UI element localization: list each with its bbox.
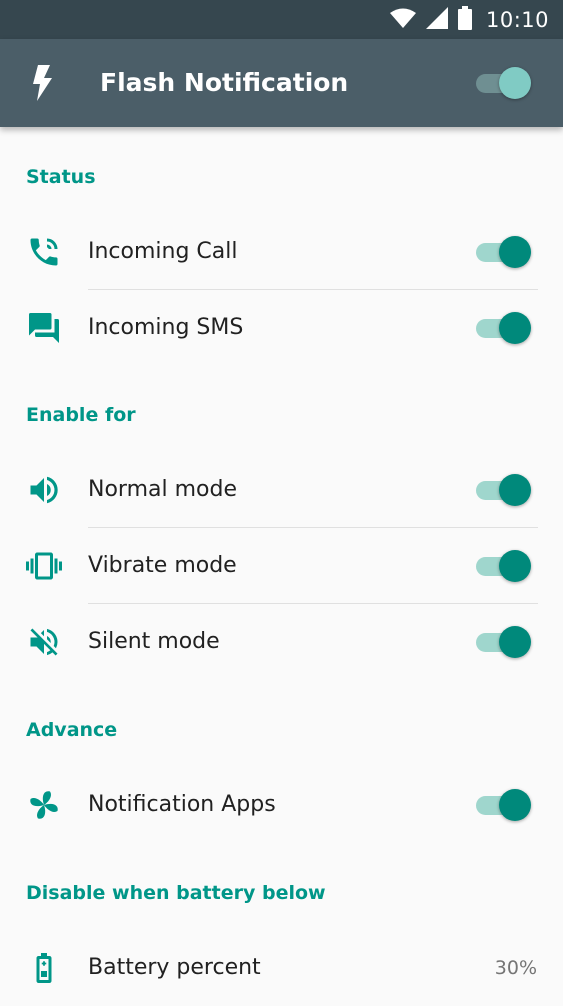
list-item-incoming-sms[interactable]: Incoming SMS bbox=[0, 290, 563, 366]
list-item-battery-percent[interactable]: Battery percent 30% bbox=[0, 930, 563, 1006]
flash-icon bbox=[30, 65, 56, 105]
page-title: Flash Notification bbox=[100, 68, 349, 97]
wifi-icon bbox=[389, 8, 416, 32]
toggle-thumb bbox=[499, 550, 531, 582]
phone-ringing-icon bbox=[26, 234, 62, 270]
list-item-silent-mode[interactable]: Silent mode bbox=[0, 604, 563, 680]
app-bar: Flash Notification bbox=[0, 39, 563, 127]
list-item-normal-mode[interactable]: Normal mode bbox=[0, 452, 563, 528]
toggle-thumb bbox=[499, 789, 531, 821]
list-item-incoming-call[interactable]: Incoming Call bbox=[0, 214, 563, 290]
incoming-sms-toggle[interactable] bbox=[473, 310, 533, 346]
volume-off-icon bbox=[26, 624, 62, 660]
status-bar: 10:10 bbox=[0, 0, 563, 39]
list-item-vibrate-mode[interactable]: Vibrate mode bbox=[0, 528, 563, 604]
battery-percent-value: 30% bbox=[494, 957, 537, 979]
vibrate-mode-toggle[interactable] bbox=[473, 548, 533, 584]
master-toggle-thumb bbox=[499, 67, 531, 99]
battery-icon bbox=[457, 5, 472, 34]
toggle-thumb bbox=[499, 312, 531, 344]
list-item-label: Notification Apps bbox=[88, 792, 276, 817]
vibrate-icon bbox=[26, 548, 62, 584]
status-time: 10:10 bbox=[485, 7, 549, 32]
incoming-call-toggle[interactable] bbox=[473, 234, 533, 270]
notification-apps-toggle[interactable] bbox=[473, 787, 533, 823]
section-header-status: Status bbox=[26, 166, 96, 188]
toggle-thumb bbox=[499, 474, 531, 506]
list-item-label: Vibrate mode bbox=[88, 553, 237, 578]
toggle-thumb bbox=[499, 236, 531, 268]
list-item-label: Battery percent bbox=[88, 955, 261, 980]
signal-icon bbox=[425, 6, 448, 33]
sms-icon bbox=[26, 310, 62, 346]
list-item-label: Silent mode bbox=[88, 629, 220, 654]
silent-mode-toggle[interactable] bbox=[473, 624, 533, 660]
toggle-thumb bbox=[499, 626, 531, 658]
list-item-label: Incoming SMS bbox=[88, 315, 244, 340]
volume-icon bbox=[26, 472, 62, 508]
section-header-battery: Disable when battery below bbox=[26, 882, 326, 904]
list-item-label: Incoming Call bbox=[88, 239, 238, 264]
battery-alert-icon bbox=[26, 950, 62, 986]
section-header-enable-for: Enable for bbox=[26, 404, 136, 426]
master-toggle[interactable] bbox=[473, 65, 533, 101]
section-header-advance: Advance bbox=[26, 719, 118, 741]
pinwheel-icon bbox=[26, 787, 62, 823]
list-item-label: Normal mode bbox=[88, 477, 237, 502]
list-item-notification-apps[interactable]: Notification Apps bbox=[0, 767, 563, 843]
normal-mode-toggle[interactable] bbox=[473, 472, 533, 508]
